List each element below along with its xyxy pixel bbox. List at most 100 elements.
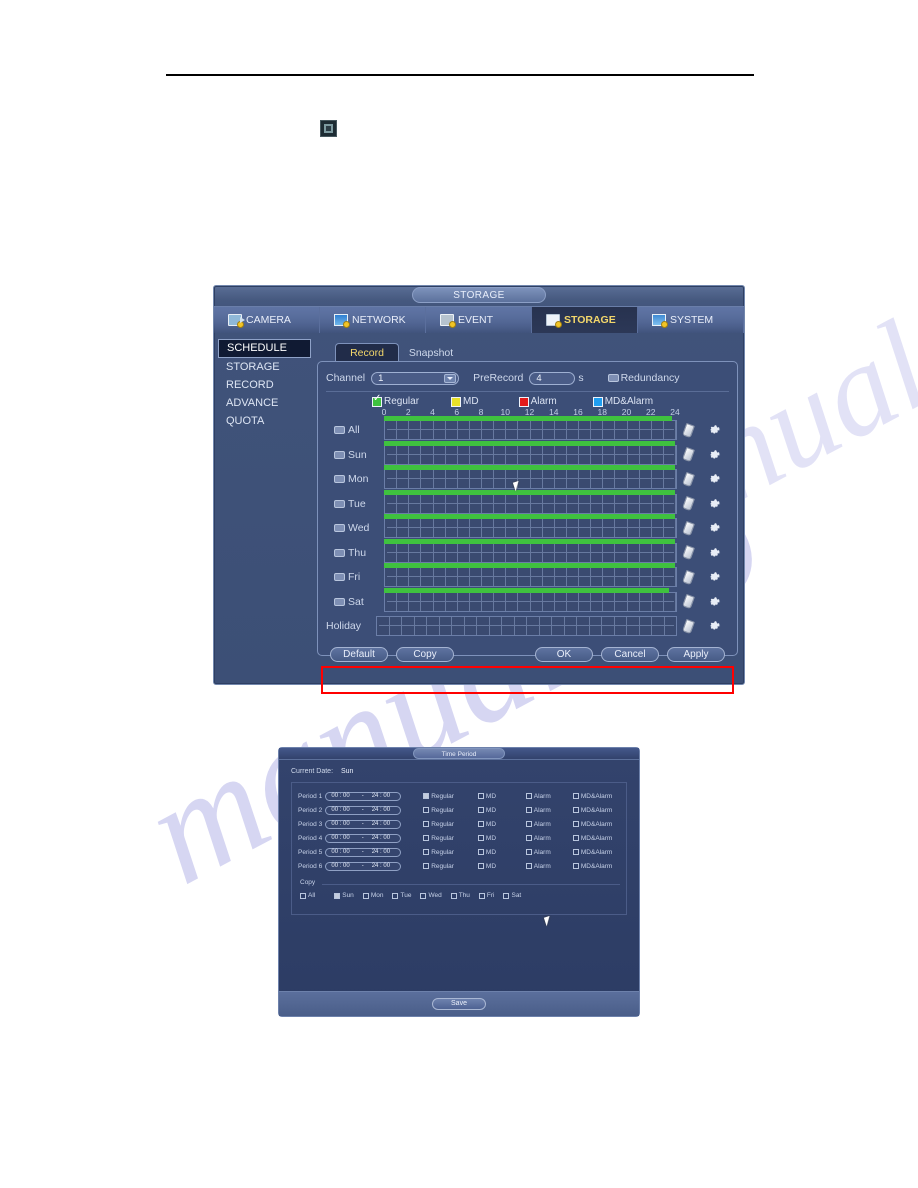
schedule-cell[interactable]: [640, 445, 652, 464]
schedule-cell[interactable]: [421, 592, 434, 611]
schedule-cell[interactable]: [446, 470, 458, 489]
period-mode-md[interactable]: MD: [477, 863, 526, 870]
checkbox-alarm[interactable]: [525, 835, 532, 841]
copy-day-checkbox[interactable]: [478, 892, 485, 899]
checkbox-alarm[interactable]: [525, 863, 532, 869]
period-time-range[interactable]: 00 : 00 - 24 : 00: [325, 847, 402, 857]
schedule-cell[interactable]: [385, 543, 398, 562]
copy-day-thu[interactable]: Thu: [450, 892, 470, 899]
schedule-cell[interactable]: [603, 543, 616, 562]
schedule-cell[interactable]: [470, 470, 482, 489]
period-mode-regular[interactable]: Regular: [423, 821, 478, 828]
schedule-cell[interactable]: [506, 421, 519, 440]
schedule-cell[interactable]: [652, 519, 664, 538]
schedule-cell[interactable]: [603, 494, 616, 513]
pencil-icon[interactable]: [682, 594, 696, 610]
pencil-icon[interactable]: [682, 569, 696, 585]
schedule-cell[interactable]: [515, 617, 527, 636]
schedule-cell[interactable]: [421, 519, 434, 538]
sidebar-item-storage[interactable]: STORAGE: [216, 358, 317, 376]
schedule-cell[interactable]: [602, 617, 615, 636]
schedule-cell[interactable]: [531, 470, 543, 489]
period-mode-md[interactable]: MD: [477, 793, 526, 800]
schedule-cell[interactable]: [482, 494, 495, 513]
checkbox-md[interactable]: [477, 793, 484, 799]
gear-icon[interactable]: [708, 570, 722, 584]
schedule-cell[interactable]: [490, 617, 502, 636]
schedule-cell[interactable]: [409, 519, 422, 538]
period-mode-alarm[interactable]: Alarm: [525, 849, 573, 856]
pencil-icon[interactable]: [682, 496, 696, 512]
schedule-cell[interactable]: [567, 445, 579, 464]
apply-button[interactable]: Apply: [667, 647, 725, 662]
schedule-cell[interactable]: [543, 519, 555, 538]
schedule-checkbox-sat[interactable]: [334, 597, 345, 606]
schedule-cell[interactable]: [664, 445, 676, 464]
redundancy-checkbox[interactable]: [607, 374, 619, 382]
schedule-checkbox-all[interactable]: [334, 426, 345, 435]
schedule-cell[interactable]: [628, 445, 640, 464]
schedule-cell[interactable]: [640, 592, 652, 611]
checkbox-md-alarm[interactable]: [572, 807, 579, 813]
schedule-cell[interactable]: [421, 470, 434, 489]
period-start-time[interactable]: 00 : 00: [331, 835, 349, 841]
period-end-time[interactable]: 24 : 00: [372, 835, 390, 841]
schedule-cell[interactable]: [446, 519, 458, 538]
schedule-cell[interactable]: [409, 543, 422, 562]
schedule-cell[interactable]: [518, 470, 531, 489]
period-end-time[interactable]: 24 : 00: [372, 807, 390, 813]
checkbox-md-alarm[interactable]: [572, 821, 579, 827]
schedule-cell[interactable]: [518, 568, 531, 587]
period-time-range[interactable]: 00 : 00 - 24 : 00: [325, 833, 402, 843]
period-end-time[interactable]: 24 : 00: [372, 863, 390, 869]
gear-icon[interactable]: [708, 472, 722, 486]
schedule-cell[interactable]: [465, 617, 477, 636]
schedule-cell[interactable]: [652, 494, 664, 513]
schedule-cell[interactable]: [458, 592, 470, 611]
schedule-cell[interactable]: [494, 519, 507, 538]
schedule-cell[interactable]: [555, 445, 567, 464]
schedule-cell[interactable]: [579, 421, 592, 440]
schedule-cell[interactable]: [506, 445, 519, 464]
save-button[interactable]: Save: [432, 998, 486, 1010]
schedule-cell[interactable]: [518, 494, 531, 513]
schedule-cell[interactable]: [591, 470, 604, 489]
schedule-checkbox-sun[interactable]: [334, 450, 345, 459]
period-mode-regular[interactable]: Regular: [423, 863, 478, 870]
schedule-cell[interactable]: [421, 445, 434, 464]
schedule-cell[interactable]: [640, 543, 652, 562]
schedule-cell[interactable]: [427, 617, 440, 636]
copy-day-all[interactable]: All: [300, 892, 315, 899]
schedule-cell[interactable]: [640, 617, 652, 636]
schedule-cell[interactable]: [446, 592, 458, 611]
schedule-cell[interactable]: [470, 519, 482, 538]
tab-record[interactable]: Record: [335, 343, 399, 361]
schedule-cell[interactable]: [531, 519, 543, 538]
schedule-cell[interactable]: [579, 519, 592, 538]
checkbox-md-alarm[interactable]: [572, 863, 579, 869]
schedule-cell[interactable]: [506, 592, 519, 611]
checkbox-regular[interactable]: [423, 807, 430, 813]
schedule-cell[interactable]: [567, 543, 579, 562]
schedule-cell[interactable]: [615, 470, 628, 489]
schedule-cell[interactable]: [506, 494, 519, 513]
schedule-cell[interactable]: [397, 494, 410, 513]
schedule-cell[interactable]: [446, 421, 458, 440]
period-time-range[interactable]: 00 : 00 - 24 : 00: [325, 805, 402, 815]
schedule-cell[interactable]: [482, 470, 495, 489]
gear-icon[interactable]: [708, 448, 722, 462]
schedule-cell[interactable]: [652, 470, 664, 489]
schedule-cell[interactable]: [579, 543, 592, 562]
schedule-cell[interactable]: [409, 592, 422, 611]
schedule-cell[interactable]: [531, 421, 543, 440]
checkbox-md-alarm[interactable]: [572, 835, 579, 841]
schedule-cell[interactable]: [531, 592, 543, 611]
schedule-cell[interactable]: [409, 421, 422, 440]
schedule-cell[interactable]: [567, 519, 579, 538]
period-mode-regular[interactable]: Regular: [423, 807, 478, 814]
prerecord-input[interactable]: 4: [529, 371, 576, 385]
schedule-cell[interactable]: [470, 445, 482, 464]
schedule-cell[interactable]: [540, 617, 552, 636]
checkbox-md-alarm[interactable]: [572, 849, 579, 855]
pencil-icon[interactable]: [682, 471, 696, 487]
